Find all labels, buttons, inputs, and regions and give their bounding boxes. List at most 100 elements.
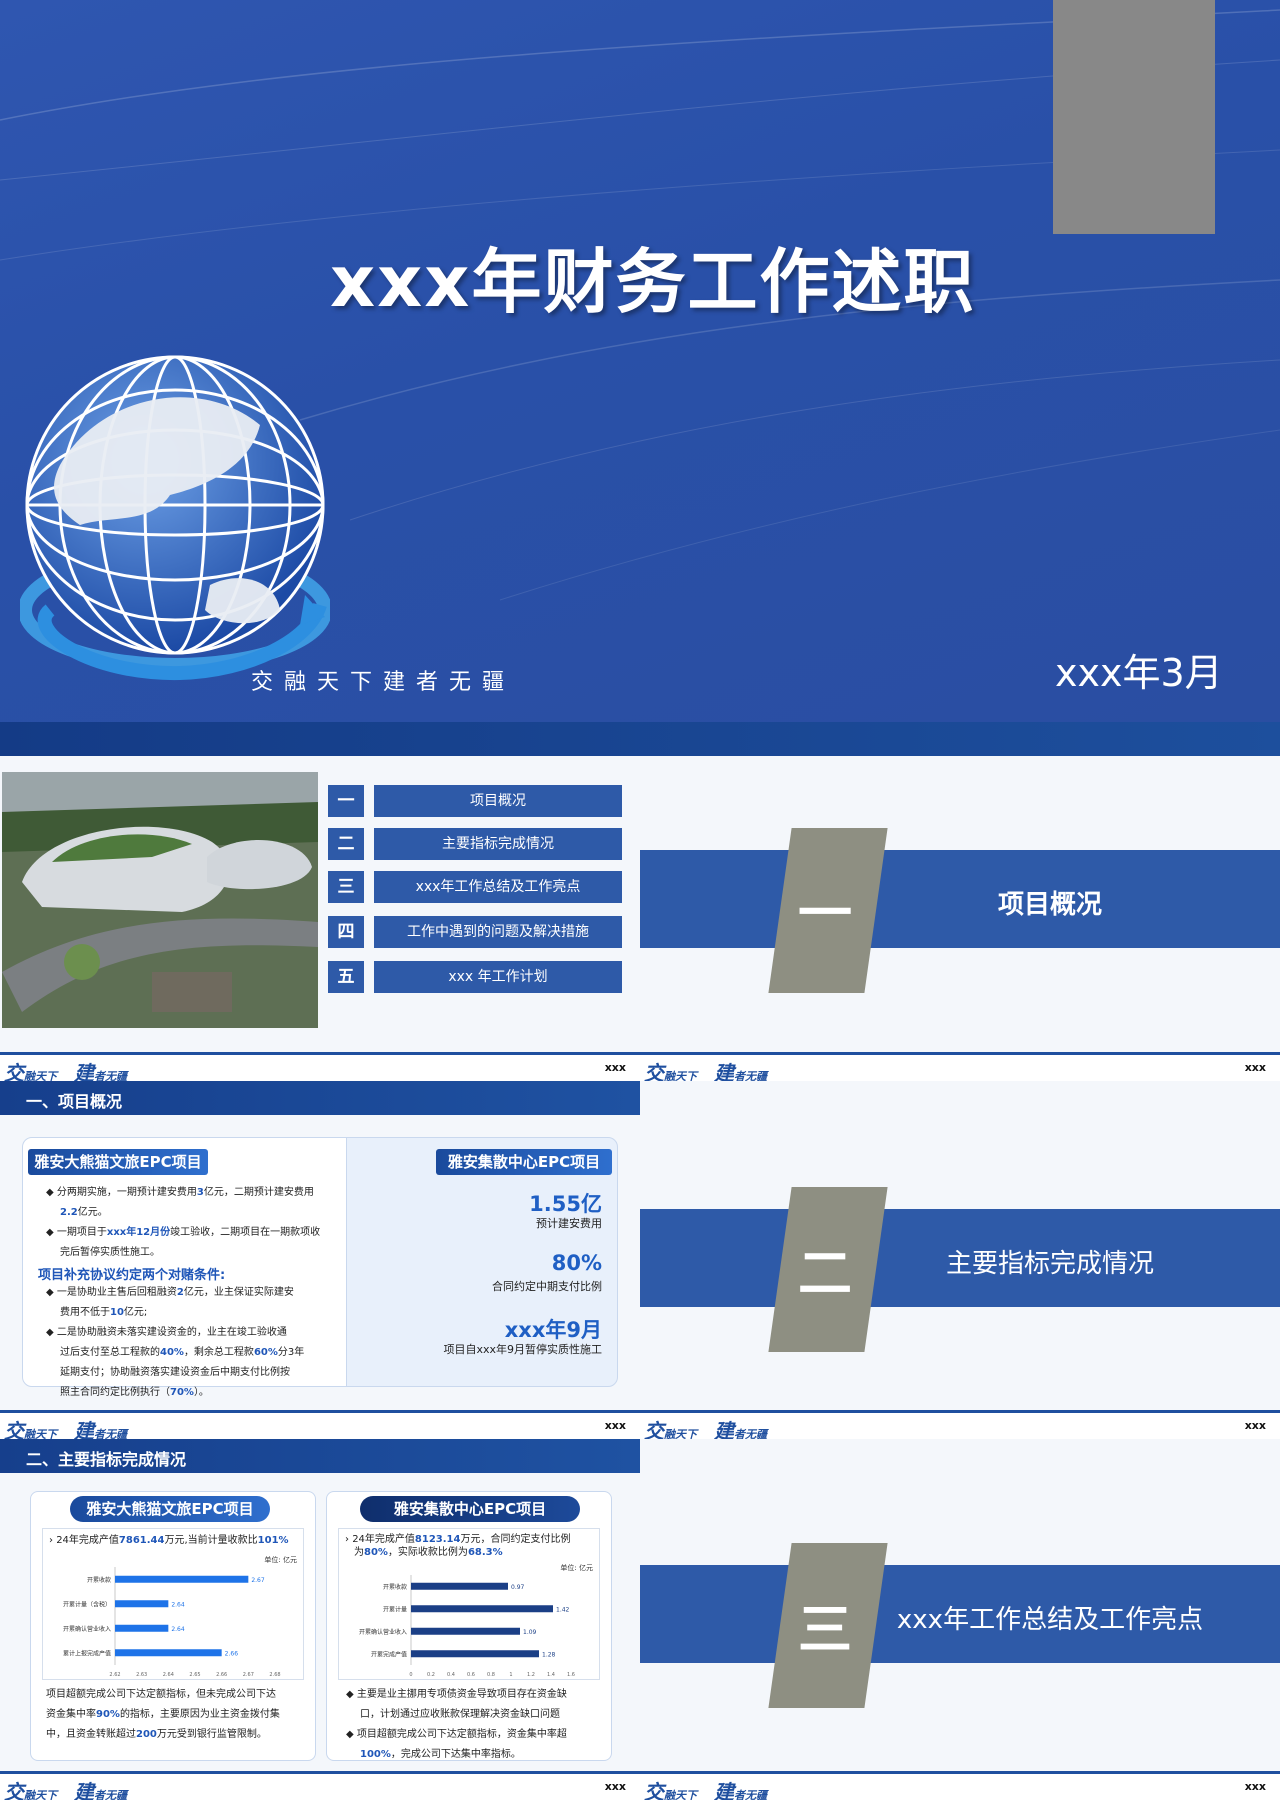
category-label: 开累确认营业收入 — [63, 1625, 111, 1633]
cover-slogan: 交融天下建者无疆 — [251, 670, 516, 695]
section-slide-3: 三 xxx年工作总结及工作亮点 — [640, 1439, 1280, 1771]
globe-icon — [20, 355, 330, 681]
agenda-item-5[interactable]: 五 xxx 年工作计划 — [328, 961, 622, 993]
image-placeholder — [1053, 0, 1215, 234]
bullet-2: ◆ 一期项目于xxx年12月份竣工验收，二期项目在一期款项收 — [46, 1227, 321, 1238]
footer-left-2: 交融天下 建者无疆 xxx — [0, 1413, 640, 1443]
bar — [411, 1582, 508, 1590]
section-title: 项目概况 — [997, 890, 1102, 920]
overview-header: 一、项目概况 — [0, 1081, 640, 1115]
agenda-item-4[interactable]: 四 工作中遇到的问题及解决措施 — [328, 916, 622, 948]
footer-xxx: xxx — [604, 1061, 626, 1074]
overview-right-title: 雅安集散中心EPC项目 — [436, 1149, 612, 1175]
footer-logo-a: 交融天下 — [4, 1780, 57, 1800]
overview-conditions: ◆ 一是协助业主售后回租融资2亿元，业主保证实际建安 费用不低于10亿元; ◆ … — [46, 1283, 356, 1403]
tick-label: 2.67 — [243, 1672, 254, 1678]
category-label: 开累计量（含税） — [63, 1600, 111, 1608]
footer-right-1: 交融天下 建者无疆 xxx — [640, 1055, 1280, 1085]
footer-right-3: 交融天下 建者无疆 xxx — [640, 1774, 1280, 1800]
bullet-3: ◆ 一是协助业主售后回租融资2亿元，业主保证实际建安 — [46, 1287, 294, 1298]
category-label: 开累确认营业收入 — [359, 1628, 407, 1636]
footer-logo-b: 建者无疆 — [714, 1780, 767, 1800]
category-label: 开累收款 — [383, 1583, 407, 1591]
section-title: xxx年工作总结及工作亮点 — [896, 1605, 1204, 1635]
category-label: 开累计量 — [383, 1605, 407, 1613]
left-bar-chart: 开累收款 2.67 开累计量（含税） 2.64 开累确认营业收入 2.64 累计上报完成产值… — [63, 1567, 281, 1678]
bar — [411, 1605, 553, 1613]
agenda-item-3[interactable]: 三 xxx年工作总结及工作亮点 — [328, 871, 622, 903]
agenda-num: 五 — [328, 961, 364, 993]
agenda-item-1[interactable]: 一 项目概况 — [328, 785, 622, 817]
tick-label: 0 — [409, 1672, 412, 1678]
tick-label: 2.64 — [163, 1672, 174, 1678]
bar — [115, 1575, 249, 1583]
agenda-num: 三 — [328, 871, 364, 903]
indicators-header: 二、主要指标完成情况 — [0, 1439, 640, 1473]
overview-slide: 一、项目概况 雅安大熊猫文旅EPC项目 ◆ 分两期实施，一期预计建安费用3亿元，… — [0, 1081, 640, 1410]
bar — [115, 1649, 222, 1657]
tick-label: 0.4 — [447, 1672, 455, 1678]
stat-value-2: 80% — [551, 1251, 602, 1275]
overview-sub-heading: 项目补充协议约定两个对赌条件: — [38, 1268, 226, 1283]
category-label: 累计上报完成产值 — [63, 1649, 111, 1657]
agenda-item-2[interactable]: 二 主要指标完成情况 — [328, 828, 622, 860]
footer-xxx: xxx — [604, 1780, 626, 1793]
tick-label: 1.2 — [527, 1672, 535, 1678]
tick-label: 2.66 — [216, 1672, 227, 1678]
stat-label-2: 合同约定中期支付比例 — [492, 1280, 602, 1293]
right-bar-chart: 开累收款 0.97 开累计量 1.42 开累确认营业收入 1.09 开累完成产值 1.28 0 0… — [359, 1575, 575, 1678]
bar-value-label: 2.64 — [171, 1626, 185, 1633]
agenda-num: 四 — [328, 916, 364, 948]
footer-right-2: 交融天下 建者无疆 xxx — [640, 1413, 1280, 1443]
tick-label: 0.8 — [487, 1672, 495, 1678]
footer-logo-a: 交融天下 — [644, 1780, 697, 1800]
agenda-slide: 一 项目概况 二 主要指标完成情况 三 xxx年工作总结及工作亮点 四 工作中遇… — [0, 756, 640, 1052]
agenda-num: 二 — [328, 828, 364, 860]
category-label: 开累收款 — [87, 1576, 111, 1584]
bullet-1: ◆ 分两期实施，一期预计建安费用3亿元，二期预计建安费用 — [46, 1187, 314, 1198]
indicators-right-desc: ◆ 主要是业主挪用专项债资金导致项目存在资金缺 口，计划通过应收账款保理解决资金… — [346, 1689, 567, 1760]
bar-value-label: 1.28 — [542, 1651, 556, 1658]
indicators-slide: 二、主要指标完成情况 雅安大熊猫文旅EPC项目 › 24年完成产值7861.44… — [0, 1439, 640, 1771]
indicators-right-title: 雅安集散中心EPC项目 — [360, 1496, 580, 1522]
bar-value-label: 0.97 — [511, 1584, 525, 1591]
bar-value-label: 2.64 — [171, 1601, 185, 1608]
agenda-num: 一 — [328, 785, 364, 817]
right-chart-note: › 24年完成产值8123.14万元，合同约定支付比例 为80%，实际收款比例为… — [345, 1534, 571, 1558]
overview-left-title: 雅安大熊猫文旅EPC项目 — [28, 1149, 208, 1175]
tick-label: 1 — [509, 1672, 512, 1678]
section-title: 主要指标完成情况 — [945, 1249, 1154, 1279]
stat-label-1: 预计建安费用 — [536, 1217, 602, 1230]
bar — [411, 1627, 520, 1635]
agenda-label: xxx年工作总结及工作亮点 — [374, 871, 622, 903]
indicators-left-desc: 项目超额完成公司下达定额指标，但未完成公司下达 资金集中率90%的指标，主要原因… — [46, 1689, 280, 1740]
agenda-label: xxx 年工作计划 — [374, 961, 622, 993]
indicators-left-title: 雅安大熊猫文旅EPC项目 — [70, 1496, 270, 1522]
cover-title: xxx年财务工作述职 — [330, 241, 976, 323]
footer-left-1: 交融天下 建者无疆 xxx — [0, 1055, 640, 1085]
tick-label: 1.6 — [567, 1672, 575, 1678]
overview-left-bullets: ◆ 分两期实施，一期预计建安费用3亿元，二期预计建安费用 2.2亿元。 ◆ 一期… — [46, 1183, 346, 1263]
category-label: 开累完成产值 — [371, 1650, 407, 1658]
footer-xxx: xxx — [1244, 1061, 1266, 1074]
tick-label: 2.65 — [189, 1672, 200, 1678]
bar-value-label: 1.42 — [556, 1606, 570, 1613]
tick-label: 0.2 — [427, 1672, 435, 1678]
bar — [115, 1600, 169, 1608]
footer-logo-b: 建者无疆 — [74, 1780, 127, 1800]
tick-label: 2.68 — [269, 1672, 280, 1678]
agenda-label: 主要指标完成情况 — [374, 828, 622, 860]
agenda-label: 工作中遇到的问题及解决措施 — [374, 916, 622, 948]
bar-value-label: 2.66 — [225, 1650, 239, 1657]
cover-bottom-strip — [0, 722, 1280, 756]
section-slide-1: 一 项目概况 — [640, 756, 1280, 1052]
tick-label: 1.4 — [547, 1672, 555, 1678]
section-slide-2: 二 主要指标完成情况 — [640, 1081, 1280, 1410]
footer-xxx: xxx — [604, 1419, 626, 1432]
tick-label: 2.63 — [136, 1672, 147, 1678]
stat-label-3: 项目自xxx年9月暂停实质性施工 — [443, 1343, 602, 1356]
cover-date: xxx年3月 — [1055, 651, 1223, 695]
left-chart-box: › 24年完成产值7861.44万元,当前计量收款比101% 单位: 亿元 开累… — [42, 1528, 304, 1680]
footer-left-3: 交融天下 建者无疆 xxx — [0, 1774, 640, 1800]
bar — [115, 1624, 169, 1632]
